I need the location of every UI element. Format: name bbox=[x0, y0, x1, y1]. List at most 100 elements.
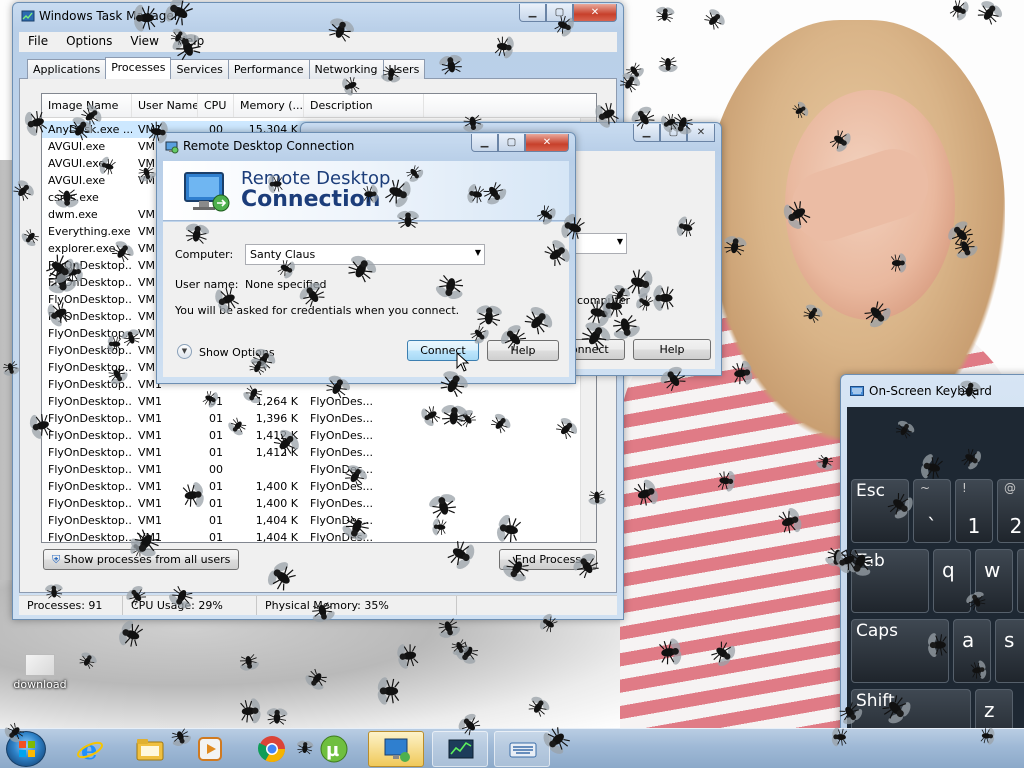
key-esc[interactable]: Esc bbox=[851, 479, 909, 543]
menu-file[interactable]: File bbox=[19, 32, 57, 52]
key-q[interactable]: q bbox=[933, 549, 971, 613]
close-button[interactable]: ✕ bbox=[687, 124, 715, 142]
key-tab[interactable]: Tab bbox=[851, 549, 929, 613]
rdp-form: Computer: Santy Claus ▼ User name: None … bbox=[163, 222, 569, 377]
close-button[interactable]: ✕ bbox=[573, 4, 617, 22]
cell-image-name: FlyOnDesktop... bbox=[48, 514, 132, 527]
tab-services[interactable]: Services bbox=[170, 59, 229, 79]
windows-start-orb[interactable] bbox=[6, 731, 46, 767]
key-caps-lock[interactable]: Caps bbox=[851, 619, 949, 683]
cell-description: FlyOnDes... bbox=[310, 412, 373, 425]
end-process-button[interactable]: End Process bbox=[499, 549, 597, 570]
cell-cpu: 00 bbox=[209, 463, 223, 476]
cell-description: FlyOnDes... bbox=[310, 514, 373, 527]
maximize-button[interactable]: ▢ bbox=[660, 124, 687, 142]
cell-image-name: FlyOnDesktop... bbox=[48, 361, 132, 374]
dropdown-arrow-icon[interactable]: ▼ bbox=[475, 248, 481, 257]
on-screen-keyboard-window[interactable]: On-Screen Keyboard Esc ~ ` ! 1 @2 Tab q w … bbox=[840, 374, 1024, 753]
cell-image-name: FlyOnDesktop... bbox=[48, 293, 132, 306]
column-user-name[interactable]: User Name bbox=[132, 94, 198, 117]
background-help-button[interactable]: Help bbox=[633, 339, 711, 360]
cell-image-name: FlyOnDesktop... bbox=[48, 259, 132, 272]
minimize-button[interactable]: ▁ bbox=[519, 4, 546, 22]
menu-view[interactable]: View bbox=[121, 32, 167, 52]
cell-image-name: FlyOnDesktop... bbox=[48, 344, 132, 357]
tab-networking[interactable]: Networking bbox=[308, 59, 384, 79]
column-description[interactable]: Description bbox=[304, 94, 424, 117]
maximize-button[interactable]: ▢ bbox=[546, 4, 573, 22]
tab-processes[interactable]: Processes bbox=[105, 57, 172, 79]
cell-image-name: FlyOnDesktop... bbox=[48, 429, 132, 442]
tab-applications[interactable]: Applications bbox=[27, 59, 107, 79]
minimize-button[interactable]: ▁ bbox=[633, 124, 660, 142]
taskbar-on-screen-keyboard[interactable] bbox=[494, 731, 550, 767]
process-list-header: Image Name User Name CPU Memory (... Des… bbox=[42, 94, 596, 118]
column-memory[interactable]: Memory (... bbox=[234, 94, 304, 117]
table-row[interactable]: FlyOnDesktop... VM1 01 1,396 K FlyOnDes... bbox=[42, 410, 596, 427]
remote-desktop-app-icon bbox=[165, 141, 179, 154]
dropdown-arrow-icon: ▼ bbox=[616, 237, 623, 246]
cell-image-name: FlyOnDesktop... bbox=[48, 480, 132, 493]
table-row[interactable]: FlyOnDesktop... VM1 01 1,400 K FlyOnDes... bbox=[42, 478, 596, 495]
taskbar-internet-explorer[interactable]: e bbox=[62, 731, 118, 767]
status-cpu: CPU Usage: 29% bbox=[123, 596, 257, 615]
key-s[interactable]: s bbox=[995, 619, 1024, 683]
expand-chevron-icon[interactable]: ▼ bbox=[177, 344, 192, 359]
key-2-shift-label: @ bbox=[1004, 481, 1016, 495]
cell-image-name: AVGUI.exe bbox=[48, 140, 106, 153]
task-manager-titlebar[interactable]: Windows Task Manager ▁ ▢ ✕ bbox=[13, 3, 623, 31]
table-row[interactable]: FlyOnDesktop... VM1 01 1,412 K FlyOnDes... bbox=[42, 427, 596, 444]
table-row[interactable]: FlyOnDesktop... VM1 00 FlyOnDes... bbox=[42, 461, 596, 478]
menu-help[interactable]: Help bbox=[168, 32, 213, 52]
desktop-icon-download[interactable]: download bbox=[8, 652, 72, 698]
window-title: On-Screen Keyboard bbox=[869, 384, 992, 398]
maximize-button[interactable]: ▢ bbox=[498, 134, 525, 152]
column-cpu[interactable]: CPU bbox=[198, 94, 234, 117]
table-row[interactable]: FlyOnDesktop... VM1 01 1,404 K FlyOnDes... bbox=[42, 529, 596, 543]
banner-title-line-1: Remote Desktop bbox=[241, 168, 391, 189]
taskbar-utorrent[interactable]: µ bbox=[306, 731, 362, 767]
key-2[interactable]: @2 bbox=[997, 479, 1024, 543]
help-button[interactable]: Help bbox=[487, 340, 559, 361]
key-e[interactable]: e bbox=[1017, 549, 1024, 613]
computer-combobox[interactable]: Santy Claus ▼ bbox=[245, 244, 485, 265]
cell-image-name: dwm.exe bbox=[48, 208, 98, 221]
key-a[interactable]: a bbox=[953, 619, 991, 683]
cell-description: FlyOnDes... bbox=[310, 531, 373, 543]
minimize-button[interactable]: ▁ bbox=[471, 134, 498, 152]
menu-options[interactable]: Options bbox=[57, 32, 121, 52]
table-row[interactable]: FlyOnDesktop... VM1 01 1,400 K FlyOnDes... bbox=[42, 495, 596, 512]
show-options-link[interactable]: Show Options bbox=[199, 346, 275, 359]
tab-strip: Applications Processes Services Performa… bbox=[27, 57, 426, 79]
taskbar-remote-desktop[interactable] bbox=[368, 731, 424, 767]
table-row[interactable]: FlyOnDesktop... VM1 01 1,264 K FlyOnDes... bbox=[42, 393, 596, 410]
remote-desktop-monitor-icon bbox=[184, 172, 230, 212]
close-button[interactable]: ✕ bbox=[525, 134, 569, 152]
cell-memory: 1,400 K bbox=[255, 497, 298, 510]
key-backtick[interactable]: ~ ` bbox=[913, 479, 951, 543]
task-manager-icon bbox=[448, 739, 474, 759]
key-s-label: s bbox=[1004, 628, 1015, 652]
key-1[interactable]: ! 1 bbox=[955, 479, 993, 543]
status-processes: Processes: 91 bbox=[19, 596, 123, 615]
key-a-label: a bbox=[962, 628, 975, 652]
key-tilde-shift-label: ~ bbox=[920, 481, 931, 495]
tab-users[interactable]: Users bbox=[382, 59, 426, 79]
remote-desktop-connection-window[interactable]: Remote Desktop Connection ▁ ▢ ✕ Remote D… bbox=[156, 132, 576, 384]
computer-label: Computer: bbox=[175, 248, 234, 261]
windows-logo-icon bbox=[19, 741, 35, 757]
key-w[interactable]: w bbox=[975, 549, 1013, 613]
tab-performance[interactable]: Performance bbox=[227, 59, 310, 79]
taskbar-media-player[interactable] bbox=[182, 731, 238, 767]
show-all-processes-button[interactable]: ⛨ Show processes from all users bbox=[43, 549, 240, 570]
utorrent-icon: µ bbox=[320, 735, 348, 763]
table-row[interactable]: FlyOnDesktop... VM1 01 1,404 K FlyOnDes... bbox=[42, 512, 596, 529]
taskbar-chrome[interactable] bbox=[244, 731, 300, 767]
username-label: User name: bbox=[175, 278, 239, 291]
taskbar-file-explorer[interactable] bbox=[122, 731, 178, 767]
rdp-titlebar[interactable]: Remote Desktop Connection ▁ ▢ ✕ bbox=[157, 133, 575, 161]
column-image-name[interactable]: Image Name bbox=[42, 94, 132, 117]
taskbar-task-manager[interactable] bbox=[432, 731, 488, 767]
cell-image-name: Everything.exe bbox=[48, 225, 131, 238]
table-row[interactable]: FlyOnDesktop... VM1 01 1,412 K FlyOnDes... bbox=[42, 444, 596, 461]
